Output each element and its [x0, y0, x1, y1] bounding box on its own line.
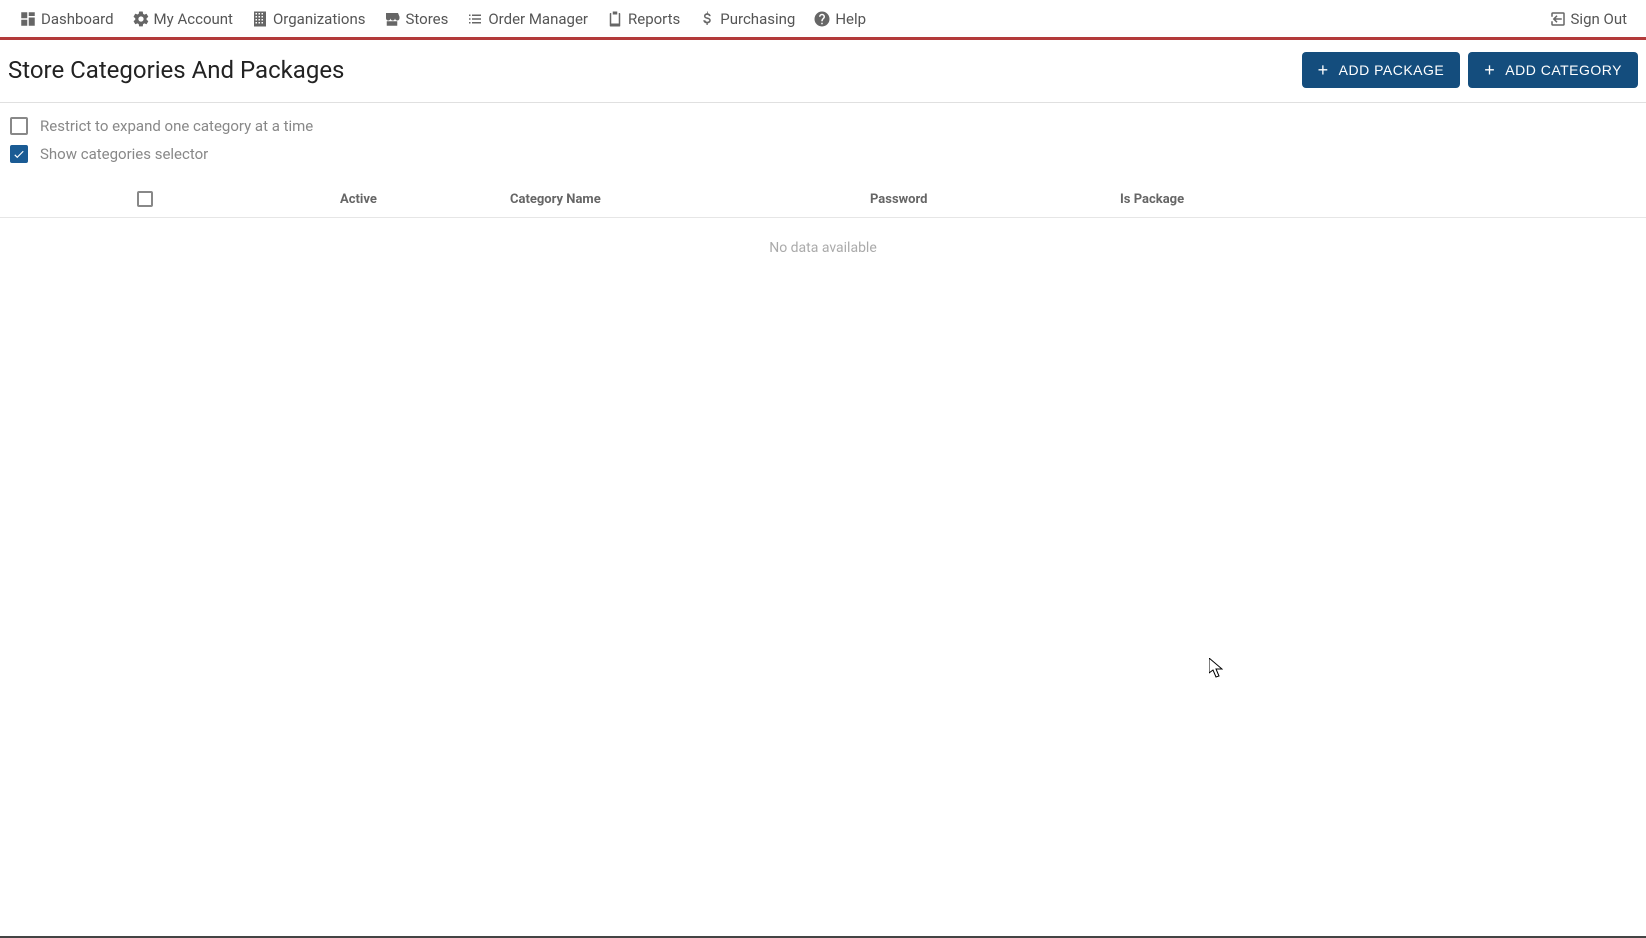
list-icon [466, 10, 484, 28]
table-header: Active Category Name Password Is Package [0, 181, 1646, 218]
nav-reports-label: Reports [628, 10, 680, 28]
plus-icon: + [1484, 61, 1495, 79]
add-package-label: Add Package [1339, 62, 1445, 78]
nav-sign-out-label: Sign Out [1571, 10, 1627, 28]
dollar-icon [698, 10, 716, 28]
nav-stores[interactable]: Stores [374, 0, 457, 37]
sign-out-icon [1549, 10, 1567, 28]
store-icon [383, 10, 401, 28]
nav-purchasing-label: Purchasing [720, 10, 795, 28]
nav-order-manager-label: Order Manager [488, 10, 588, 28]
add-package-button[interactable]: + Add Package [1302, 52, 1461, 88]
select-all-checkbox[interactable] [137, 191, 153, 207]
nav-reports[interactable]: Reports [597, 0, 689, 37]
dashboard-icon [19, 10, 37, 28]
nav-help-label: Help [835, 10, 866, 28]
option-show-selector-label: Show categories selector [40, 145, 208, 163]
nav-sign-out[interactable]: Sign Out [1540, 0, 1636, 37]
nav-help[interactable]: Help [804, 0, 875, 37]
no-data-message: No data available [0, 218, 1646, 278]
mouse-cursor-icon [1209, 658, 1223, 678]
nav-stores-label: Stores [405, 10, 448, 28]
column-password[interactable]: Password [790, 192, 1110, 207]
add-category-button[interactable]: + Add Category [1468, 52, 1638, 88]
option-restrict-expand-label: Restrict to expand one category at a tim… [40, 117, 313, 135]
column-category-name[interactable]: Category Name [470, 192, 790, 207]
building-icon [251, 10, 269, 28]
gear-icon [132, 10, 150, 28]
nav-my-account[interactable]: My Account [123, 0, 242, 37]
page-title: Store Categories And Packages [8, 56, 344, 84]
nav-purchasing[interactable]: Purchasing [689, 0, 804, 37]
column-active[interactable]: Active [200, 192, 470, 207]
options-section: Restrict to expand one category at a tim… [0, 103, 1646, 181]
nav-order-manager[interactable]: Order Manager [457, 0, 597, 37]
column-is-package[interactable]: Is Package [1110, 192, 1330, 207]
plus-icon: + [1318, 61, 1329, 79]
nav-dashboard[interactable]: Dashboard [10, 0, 123, 37]
option-restrict-expand[interactable]: Restrict to expand one category at a tim… [10, 117, 1636, 135]
page-header: Store Categories And Packages + Add Pack… [0, 40, 1646, 103]
help-icon [813, 10, 831, 28]
checkbox-unchecked-icon[interactable] [10, 117, 28, 135]
nav-my-account-label: My Account [154, 10, 233, 28]
nav-organizations[interactable]: Organizations [242, 0, 375, 37]
nav-organizations-label: Organizations [273, 10, 366, 28]
checkbox-checked-icon[interactable] [10, 145, 28, 163]
nav-dashboard-label: Dashboard [41, 10, 114, 28]
clipboard-icon [606, 10, 624, 28]
top-navigation: Dashboard My Account Organizations Store… [0, 0, 1646, 40]
column-select-all [10, 191, 200, 207]
add-category-label: Add Category [1505, 62, 1622, 78]
option-show-selector[interactable]: Show categories selector [10, 145, 1636, 163]
